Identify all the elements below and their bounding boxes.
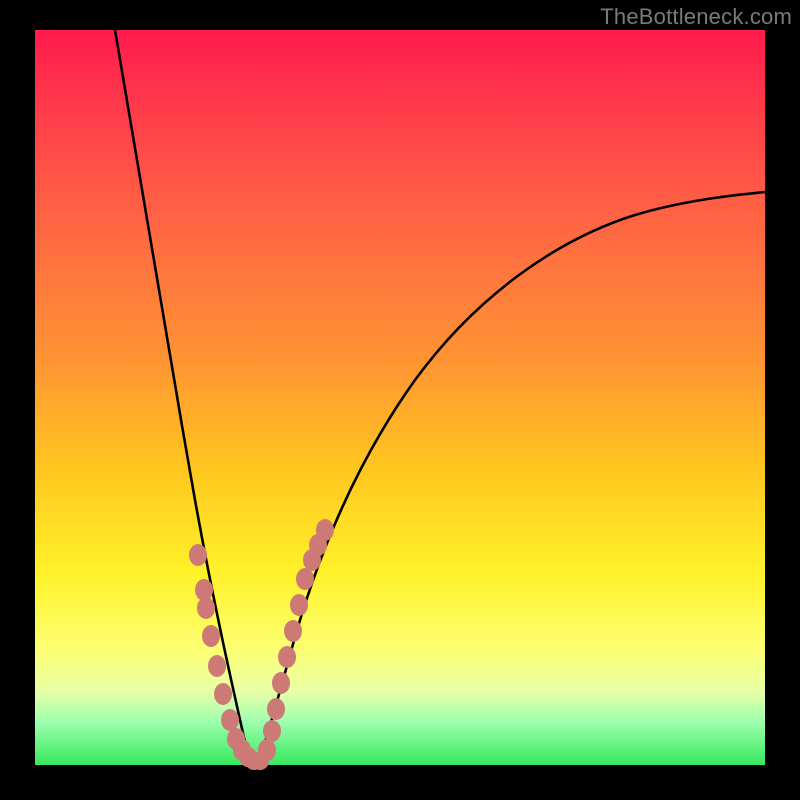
watermark-text: TheBottleneck.com [600,4,792,30]
outer-frame: TheBottleneck.com [0,0,800,800]
curve-left [115,30,257,765]
chart-svg [35,30,765,765]
plot-area [35,30,765,765]
curve-right [257,192,765,765]
